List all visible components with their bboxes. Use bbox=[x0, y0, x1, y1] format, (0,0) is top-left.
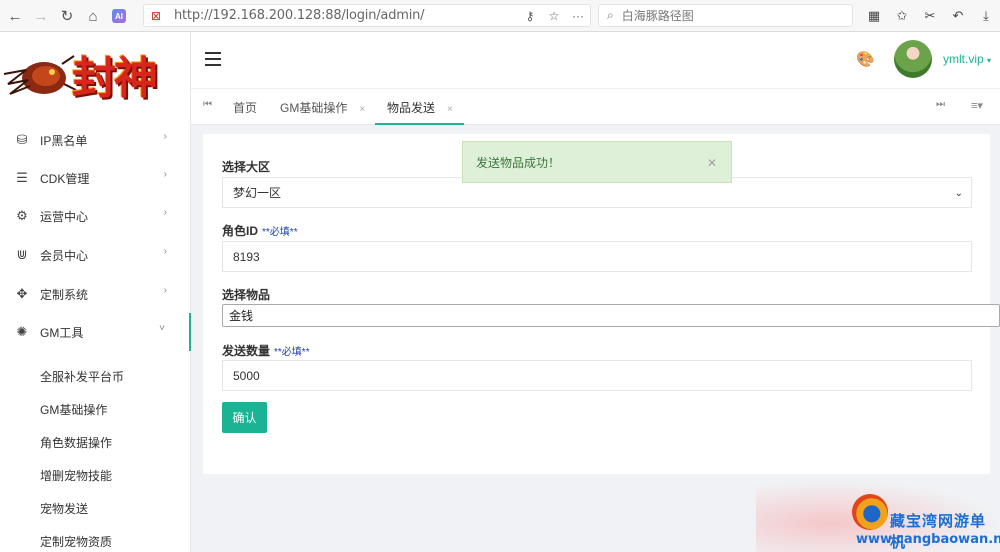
logo: 封神 bbox=[0, 40, 191, 112]
palette-icon[interactable]: 🎨 bbox=[856, 50, 875, 68]
chevron-down-icon: ˅ bbox=[159, 323, 165, 334]
confirm-button[interactable]: 确认 bbox=[222, 402, 267, 433]
database-icon: ⛁ bbox=[16, 132, 28, 147]
reload-icon[interactable]: ↻ bbox=[54, 3, 80, 29]
chevron-right-icon: › bbox=[163, 131, 167, 142]
sidebar-item-operations[interactable]: ⚙ 运营中心 › bbox=[0, 197, 191, 235]
chevron-down-icon: ⌄ bbox=[954, 188, 963, 199]
count-label: 发送数量 **必填** bbox=[222, 342, 310, 359]
required-marker: **必填** bbox=[274, 347, 310, 358]
item-label: 选择物品 bbox=[222, 288, 271, 302]
toast-message: 发送物品成功！ bbox=[476, 155, 561, 170]
sidebar-subitem-role-data[interactable]: 角色数据操作 bbox=[40, 434, 112, 451]
gear-icon: ⚙ bbox=[16, 208, 28, 223]
url-text[interactable]: http://192.168.200.128:88/login/admin/ bbox=[174, 8, 518, 23]
key-icon[interactable]: ⚷ bbox=[518, 9, 542, 23]
role-id-label-text: 角色ID bbox=[222, 224, 259, 238]
sidebar-item-members[interactable]: ⋓ 会员中心 › bbox=[0, 236, 191, 274]
more-icon[interactable]: ··· bbox=[566, 9, 590, 23]
region-label: 选择大区 bbox=[222, 160, 271, 174]
insecure-icon[interactable]: ⊠ bbox=[144, 9, 168, 23]
watermark-url: www.cangbaowan.net bbox=[856, 532, 1000, 547]
scissors-icon[interactable]: ✂ bbox=[918, 4, 942, 28]
avatar[interactable] bbox=[894, 40, 932, 78]
close-icon[interactable]: × bbox=[359, 104, 365, 115]
item-send-form: 选择大区 梦幻一区 ⌄ 角色ID **必填** 8193 选择物品 金钱 发送数量… bbox=[203, 134, 1000, 474]
sidebar-item-label: 运营中心 bbox=[40, 209, 89, 224]
sidebar-item-cdk[interactable]: ☰ CDK管理 › bbox=[0, 159, 191, 197]
item-value: 金钱 bbox=[229, 309, 254, 323]
tabs-scroll-left-icon[interactable]: ⏮ bbox=[203, 99, 212, 110]
role-id-input[interactable]: 8193 bbox=[222, 241, 972, 272]
sidebar-subitem-pet-send[interactable]: 宠物发送 bbox=[40, 500, 88, 517]
ai-assistant-icon[interactable]: AI bbox=[112, 9, 126, 23]
top-header: 🎨 ymlt.vip ▾ bbox=[191, 32, 1000, 88]
watermark-logo-icon bbox=[852, 494, 888, 530]
sidebar-item-label: 会员中心 bbox=[40, 248, 89, 263]
home-icon[interactable]: ⌂ bbox=[80, 3, 106, 29]
chevron-right-icon: › bbox=[163, 285, 167, 296]
count-input[interactable]: 5000 bbox=[222, 360, 972, 391]
browser-search-box[interactable]: ⌕ 白海豚路径图 bbox=[598, 4, 853, 27]
region-value: 梦幻一区 bbox=[233, 186, 282, 200]
bulb-icon: ✺ bbox=[16, 324, 28, 339]
back-icon[interactable]: ← bbox=[2, 3, 28, 29]
tab-label: 首页 bbox=[233, 101, 258, 115]
sidebar-item-custom[interactable]: ✥ 定制系统 › bbox=[0, 275, 191, 313]
browser-toolbar: ← → ↻ ⌂ AI ⊠ http://192.168.200.128:88/l… bbox=[0, 0, 1000, 32]
undo-icon[interactable]: ↶ bbox=[946, 4, 970, 28]
close-icon[interactable]: × bbox=[447, 104, 453, 115]
dragon-logo-icon bbox=[3, 55, 77, 95]
tabs-scroll-right-icon[interactable]: ⏭ bbox=[936, 99, 945, 110]
sidebar-subitem-gm-basic[interactable]: GM基础操作 bbox=[40, 401, 107, 418]
favorites-icon[interactable]: ✩ bbox=[890, 4, 914, 28]
role-id-value: 8193 bbox=[233, 249, 260, 264]
menu-toggle-icon[interactable] bbox=[205, 52, 221, 66]
sidebar-item-label: GM工具 bbox=[40, 325, 84, 340]
diamond-icon: ✥ bbox=[16, 286, 28, 301]
required-marker: **必填** bbox=[262, 227, 298, 238]
chevron-right-icon: › bbox=[163, 246, 167, 257]
sidebar-subitem-pet-aptitude[interactable]: 定制宠物资质 bbox=[40, 533, 112, 550]
download-icon[interactable]: ⤓ bbox=[974, 4, 998, 28]
sidebar-item-gm-tools[interactable]: ✺ GM工具 ˅ bbox=[0, 313, 191, 351]
close-icon[interactable]: ✕ bbox=[707, 156, 717, 170]
page-tabs: ⏮ 首页 GM基础操作 × 物品发送 × ⏭ ≡▾ bbox=[191, 88, 1000, 125]
address-bar[interactable]: ⊠ http://192.168.200.128:88/login/admin/… bbox=[143, 4, 591, 27]
sidebar-item-ip-blacklist[interactable]: ⛁ IP黑名单 › bbox=[0, 121, 191, 159]
forward-icon[interactable]: → bbox=[28, 3, 54, 29]
magnet-icon: ⋓ bbox=[16, 247, 28, 262]
grid-icon[interactable]: ▦ bbox=[862, 4, 886, 28]
tab-label: 物品发送 bbox=[387, 101, 436, 115]
tabs-menu-icon[interactable]: ≡▾ bbox=[971, 99, 983, 112]
chevron-right-icon: › bbox=[163, 207, 167, 218]
star-icon[interactable]: ☆ bbox=[542, 9, 566, 23]
sidebar: 封神 ⛁ IP黑名单 › ☰ CDK管理 › ⚙ 运营中心 › ⋓ 会员中心 ›… bbox=[0, 32, 191, 552]
user-menu[interactable]: ymlt.vip ▾ bbox=[943, 52, 991, 66]
tab-gm-basic[interactable]: GM基础操作 × bbox=[280, 99, 365, 116]
sidebar-item-label: 定制系统 bbox=[40, 287, 89, 302]
caret-down-icon: ▾ bbox=[987, 56, 992, 65]
sidebar-subitem-platform-coin[interactable]: 全服补发平台币 bbox=[40, 368, 124, 385]
list-icon: ☰ bbox=[16, 170, 28, 185]
tab-label: GM基础操作 bbox=[280, 101, 348, 115]
success-toast: 发送物品成功！ ✕ bbox=[462, 141, 732, 183]
sidebar-item-label: IP黑名单 bbox=[40, 133, 88, 148]
active-tab-indicator bbox=[375, 123, 464, 125]
sidebar-subitem-pet-skills[interactable]: 增删宠物技能 bbox=[40, 467, 112, 484]
item-select[interactable]: 金钱 bbox=[222, 304, 1000, 327]
sidebar-item-label: CDK管理 bbox=[40, 171, 90, 186]
role-id-label: 角色ID **必填** bbox=[222, 222, 298, 239]
tab-item-send[interactable]: 物品发送 × bbox=[387, 99, 453, 116]
username: ymlt.vip bbox=[943, 52, 984, 66]
search-query: 白海豚路径图 bbox=[621, 9, 694, 23]
tab-home[interactable]: 首页 bbox=[233, 99, 257, 116]
logo-text: 封神 bbox=[72, 53, 158, 104]
count-value: 5000 bbox=[233, 368, 260, 383]
browser-tools: ▦ ✩ ✂ ↶ ⤓ bbox=[862, 4, 998, 28]
count-label-text: 发送数量 bbox=[222, 344, 271, 358]
chevron-right-icon: › bbox=[163, 169, 167, 180]
search-icon: ⌕ bbox=[607, 8, 614, 22]
